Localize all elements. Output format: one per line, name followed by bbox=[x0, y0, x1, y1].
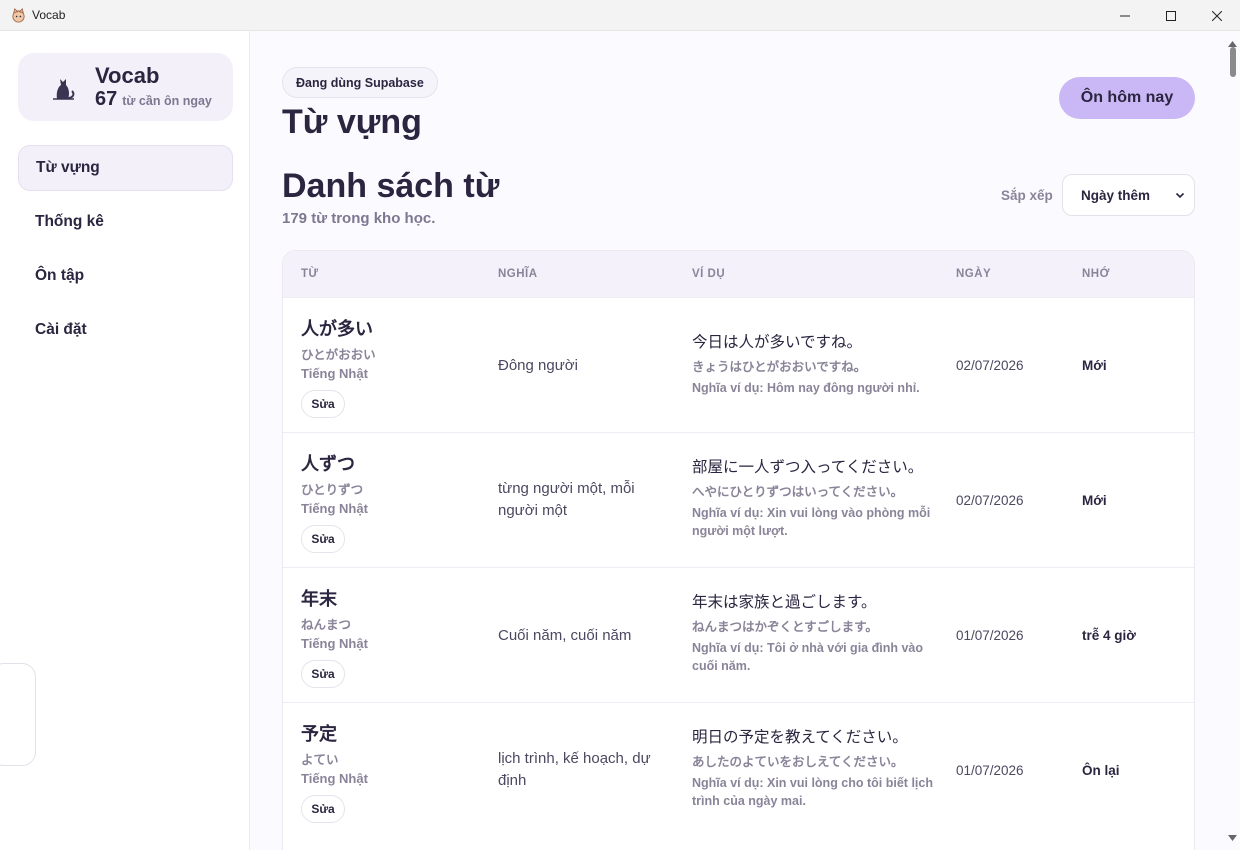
row-memory-status: trễ 4 giờ bbox=[1082, 628, 1136, 643]
sidebar-nav: Từ vựng Thống kê Ôn tập Cài đặt bbox=[18, 145, 233, 361]
example-meaning: Nghĩa ví dụ: Xin vui lòng cho tôi biết l… bbox=[692, 776, 933, 808]
main-content: Đang dùng Supabase Từ vựng Ôn hôm nay Da… bbox=[250, 31, 1225, 850]
row-kana: よてい bbox=[301, 753, 339, 767]
sidebar: Vocab 67 từ cần ôn ngay Từ vựng Thống kê… bbox=[0, 31, 250, 850]
col-header-memory: NHỚ bbox=[1082, 268, 1110, 280]
cat-logo-icon bbox=[43, 67, 83, 107]
due-count: 67 bbox=[95, 87, 118, 110]
row-language: Tiếng Nhật bbox=[301, 636, 368, 651]
list-title: Danh sách từ bbox=[282, 167, 500, 205]
edit-button[interactable]: Sửa bbox=[301, 795, 345, 823]
col-header-meaning: NGHĨA bbox=[498, 268, 538, 280]
vertical-scrollbar[interactable] bbox=[1225, 31, 1240, 850]
row-example: 年末は家族と過ごします。 ねんまつはかぞくとすごします。 Nghĩa ví dụ… bbox=[692, 592, 947, 675]
close-button[interactable] bbox=[1194, 0, 1240, 31]
row-language: Tiếng Nhật bbox=[301, 366, 368, 381]
row-meaning: Đông người bbox=[498, 357, 578, 374]
example-kana: あしたのよていをおしえてください。 bbox=[692, 755, 904, 769]
brand-card: Vocab 67 từ cần ôn ngay bbox=[18, 53, 233, 121]
row-memory-status: Ôn lại bbox=[1082, 763, 1120, 778]
example-sentence: 明日の予定を教えてください。 bbox=[692, 729, 908, 746]
row-kana: ねんまつ bbox=[301, 618, 352, 632]
example-meaning: Nghĩa ví dụ: Xin vui lòng vào phòng mỗi … bbox=[692, 506, 931, 538]
row-meaning: lịch trình, kế hoạch, dự định bbox=[498, 750, 651, 789]
row-date: 01/07/2026 bbox=[956, 763, 1024, 778]
edit-button[interactable]: Sửa bbox=[301, 390, 345, 418]
sort-select[interactable]: Ngày thêm bbox=[1062, 174, 1195, 216]
brand-name: Vocab bbox=[95, 62, 160, 88]
sort-selected-value: Ngày thêm bbox=[1081, 187, 1151, 203]
example-meaning: Nghĩa ví dụ: Hôm nay đông người nhỉ. bbox=[692, 381, 920, 395]
review-today-button[interactable]: Ôn hôm nay bbox=[1059, 77, 1195, 119]
example-sentence: 部屋に一人ずつ入ってください。 bbox=[692, 459, 924, 476]
chevron-down-icon bbox=[1175, 188, 1185, 203]
due-label: từ cần ôn ngay bbox=[122, 93, 212, 108]
nav-item-vocabulary[interactable]: Từ vựng bbox=[18, 145, 233, 191]
row-date: 02/07/2026 bbox=[956, 358, 1024, 373]
row-date: 02/07/2026 bbox=[956, 493, 1024, 508]
row-example: 部屋に一人ずつ入ってください。 へやにひとりずつはいってください。 Nghĩa … bbox=[692, 457, 947, 540]
page-title: Từ vựng bbox=[282, 103, 422, 141]
row-kana: ひとりずつ bbox=[301, 483, 364, 497]
row-word: 人ずつ bbox=[301, 454, 355, 474]
vocabulary-table: TỪ NGHĨA VÍ DỤ NGÀY NHỚ 人が多い ひとがおおい Tiến… bbox=[282, 250, 1195, 850]
row-memory-status: Mới bbox=[1082, 493, 1107, 508]
minimize-button[interactable] bbox=[1102, 0, 1148, 31]
nav-item-settings[interactable]: Cài đặt bbox=[18, 307, 233, 353]
row-example: 今日は人が多いですね。 きょうはひとがおおいですね。 Nghĩa ví dụ: … bbox=[692, 332, 947, 397]
example-sentence: 年末は家族と過ごします。 bbox=[692, 594, 877, 611]
table-row: 予定 よてい Tiếng Nhật Sửa lịch trình, kế hoạ… bbox=[283, 702, 1194, 837]
app-cat-icon bbox=[10, 7, 26, 23]
example-kana: へやにひとりずつはいってください。 bbox=[692, 485, 904, 499]
col-header-example: VÍ DỤ bbox=[692, 268, 726, 280]
row-meaning: từng người một, mỗi người một bbox=[498, 480, 635, 519]
row-word: 人が多い bbox=[301, 319, 373, 339]
window-title: Vocab bbox=[32, 8, 66, 22]
sort-label: Sắp xếp bbox=[1001, 188, 1053, 203]
example-sentence: 今日は人が多いですね。 bbox=[692, 334, 863, 351]
backend-badge: Đang dùng Supabase bbox=[282, 67, 438, 98]
table-header: TỪ NGHĨA VÍ DỤ NGÀY NHỚ bbox=[283, 251, 1194, 297]
maximize-button[interactable] bbox=[1148, 0, 1194, 31]
row-date: 01/07/2026 bbox=[956, 628, 1024, 643]
example-kana: きょうはひとがおおいですね。 bbox=[692, 360, 867, 374]
row-memory-status: Mới bbox=[1082, 358, 1107, 373]
edit-button[interactable]: Sửa bbox=[301, 525, 345, 553]
row-kana: ひとがおおい bbox=[301, 348, 376, 362]
list-subtitle: 179 từ trong kho học. bbox=[282, 210, 436, 227]
table-row: 人ずつ ひとりずつ Tiếng Nhật Sửa từng người một,… bbox=[283, 432, 1194, 567]
col-header-word: TỪ bbox=[301, 268, 319, 280]
col-header-date: NGÀY bbox=[956, 268, 992, 280]
edit-button[interactable]: Sửa bbox=[301, 660, 345, 688]
title-bar: Vocab bbox=[0, 0, 1240, 31]
scrollbar-thumb[interactable] bbox=[1230, 47, 1236, 77]
row-word: 年末 bbox=[301, 589, 337, 609]
scroll-down-arrow-icon[interactable] bbox=[1228, 828, 1237, 846]
row-example: 明日の予定を教えてください。 あしたのよていをおしえてください。 Nghĩa v… bbox=[692, 727, 947, 810]
row-language: Tiếng Nhật bbox=[301, 501, 368, 516]
row-language: Tiếng Nhật bbox=[301, 771, 368, 786]
row-meaning: Cuối năm, cuối năm bbox=[498, 627, 632, 644]
row-word: 予定 bbox=[301, 724, 337, 744]
table-row: 年末 ねんまつ Tiếng Nhật Sửa Cuối năm, cuối nă… bbox=[283, 567, 1194, 702]
nav-item-review[interactable]: Ôn tập bbox=[18, 253, 233, 299]
nav-item-statistics[interactable]: Thống kê bbox=[18, 199, 233, 245]
example-kana: ねんまつはかぞくとすごします。 bbox=[692, 620, 878, 634]
table-row: 人が多い ひとがおおい Tiếng Nhật Sửa Đông người 今日… bbox=[283, 297, 1194, 432]
example-meaning: Nghĩa ví dụ: Tôi ở nhà với gia đình vào … bbox=[692, 641, 923, 673]
collapsed-side-panel[interactable] bbox=[0, 663, 36, 766]
